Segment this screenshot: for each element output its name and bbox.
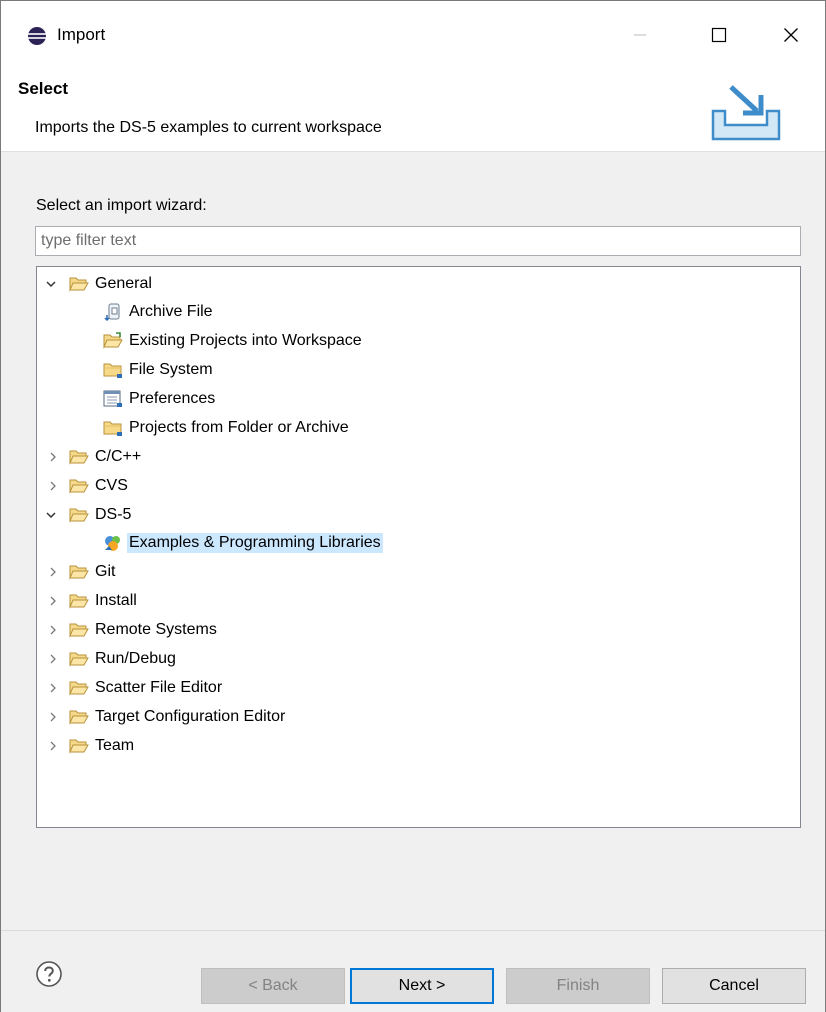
preferences-icon <box>103 390 122 407</box>
existing-projects-icon <box>103 332 123 350</box>
import-dialog: Import Select Imports the DS-5 examples … <box>0 0 826 1012</box>
folder-icon <box>103 419 123 437</box>
page-description: Imports the DS-5 examples to current wor… <box>35 119 382 136</box>
tree-item-label: Existing Projects into Workspace <box>129 332 362 349</box>
help-icon[interactable] <box>35 960 63 988</box>
chevron-right-icon[interactable] <box>47 444 59 470</box>
folder-icon <box>103 361 123 379</box>
title-bar: Import <box>1 1 825 69</box>
tree-item-label: File System <box>129 361 213 378</box>
close-button[interactable] <box>766 15 816 55</box>
folder-open-icon <box>69 477 89 495</box>
folder-open-icon <box>69 448 89 466</box>
tree-item-label: Preferences <box>129 390 216 407</box>
tree-item-label: Run/Debug <box>95 650 176 667</box>
minimize-button[interactable] <box>615 15 665 55</box>
folder-open-icon <box>69 592 89 610</box>
back-button[interactable]: < Back <box>201 968 345 1004</box>
chevron-right-icon[interactable] <box>47 617 59 643</box>
folder-open-icon <box>69 708 89 726</box>
chevron-right-icon[interactable] <box>47 588 59 614</box>
tree-item-general[interactable]: General <box>37 271 800 297</box>
folder-open-icon <box>69 650 89 668</box>
tree-item-existing-projects[interactable]: Existing Projects into Workspace <box>37 328 800 354</box>
tree-item-label: Install <box>95 592 137 609</box>
chevron-right-icon[interactable] <box>47 473 59 499</box>
folder-open-icon <box>69 275 89 293</box>
archive-file-icon <box>104 303 120 321</box>
tree-item-file-system[interactable]: File System <box>37 357 800 383</box>
tree-item-archive-file[interactable]: Archive File <box>37 299 800 325</box>
minimize-icon <box>634 34 646 36</box>
folder-open-icon <box>69 506 89 524</box>
tree-item-label: C/C++ <box>95 448 142 465</box>
import-banner-icon <box>711 85 781 141</box>
tree-item-label: Remote Systems <box>95 621 217 638</box>
wizard-header: Select Imports the DS-5 examples to curr… <box>1 69 825 152</box>
window-title: Import <box>57 25 106 44</box>
chevron-right-icon[interactable] <box>47 704 59 730</box>
maximize-button[interactable] <box>694 15 744 55</box>
tree-item-label: Archive File <box>129 303 213 320</box>
button-bar: < Back Next > Finish Cancel <box>1 930 825 1012</box>
tree-item-remote-systems[interactable]: Remote Systems <box>37 617 800 643</box>
chevron-right-icon[interactable] <box>47 559 59 585</box>
tree-item-label: General <box>95 275 152 292</box>
chevron-right-icon[interactable] <box>47 733 59 759</box>
tree-item-label: Projects from Folder or Archive <box>129 419 349 436</box>
tree-item-git[interactable]: Git <box>37 559 800 585</box>
tree-item-label: DS-5 <box>95 506 132 523</box>
chevron-down-icon[interactable] <box>45 502 57 528</box>
tree-item-run-debug[interactable]: Run/Debug <box>37 646 800 672</box>
folder-open-icon <box>69 563 89 581</box>
tree-item-target-configuration-editor[interactable]: Target Configuration Editor <box>37 704 800 730</box>
folder-open-icon <box>69 679 89 697</box>
maximize-icon <box>711 27 727 43</box>
tree-item-preferences[interactable]: Preferences <box>37 386 800 412</box>
chevron-right-icon[interactable] <box>47 675 59 701</box>
filter-input[interactable] <box>35 226 801 256</box>
cancel-button[interactable]: Cancel <box>662 968 806 1004</box>
finish-button[interactable]: Finish <box>506 968 650 1004</box>
folder-open-icon <box>69 737 89 755</box>
tree-item-label: Git <box>95 563 116 580</box>
tree-item-cpp[interactable]: C/C++ <box>37 444 800 470</box>
tree-item-label: CVS <box>95 477 128 494</box>
folder-open-icon <box>69 621 89 639</box>
tree-item-install[interactable]: Install <box>37 588 800 614</box>
tree-item-label: Examples & Programming Libraries <box>127 533 383 553</box>
wizard-tree[interactable]: General Archive File Existing Projects i… <box>36 266 801 828</box>
chevron-right-icon[interactable] <box>47 646 59 672</box>
chevron-down-icon[interactable] <box>45 271 57 297</box>
examples-libraries-icon <box>105 536 120 551</box>
tree-item-team[interactable]: Team <box>37 733 800 759</box>
tree-item-examples[interactable]: Examples & Programming Libraries <box>37 530 800 556</box>
next-button[interactable]: Next > <box>350 968 494 1004</box>
tree-item-ds5[interactable]: DS-5 <box>37 502 800 528</box>
page-title: Select <box>18 79 69 98</box>
tree-item-label: Scatter File Editor <box>95 679 223 696</box>
close-icon <box>784 28 798 42</box>
tree-item-cvs[interactable]: CVS <box>37 473 800 499</box>
wizard-label: Select an import wizard: <box>36 197 207 214</box>
eclipse-icon <box>28 27 46 45</box>
tree-item-projects-from-folder[interactable]: Projects from Folder or Archive <box>37 415 800 441</box>
tree-item-label: Target Configuration Editor <box>95 708 286 725</box>
tree-item-scatter-file-editor[interactable]: Scatter File Editor <box>37 675 800 701</box>
tree-item-label: Team <box>95 737 135 754</box>
